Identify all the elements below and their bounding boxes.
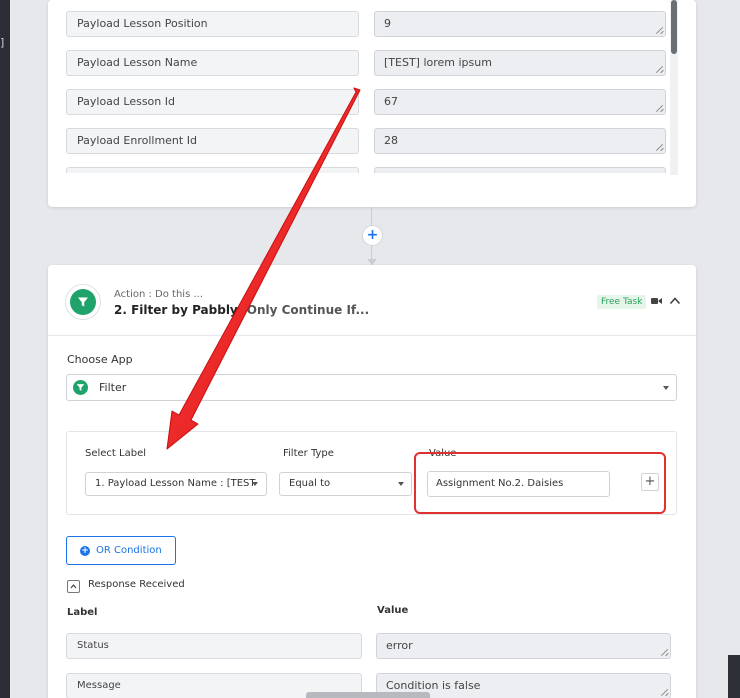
field-label: Payload Lesson Name — [66, 50, 359, 76]
scroll-thumb[interactable] — [671, 0, 677, 54]
response-label-header: Label — [67, 607, 98, 618]
left-window-strip: ] — [0, 0, 10, 698]
response-collapse-toggle[interactable] — [67, 580, 80, 593]
choose-app-select[interactable]: Filter — [66, 374, 677, 401]
response-received-title: Response Received — [88, 579, 185, 590]
field-label: Payload Lesson Id — [66, 89, 359, 115]
field-label — [66, 167, 359, 173]
add-step-button[interactable]: + — [362, 225, 383, 246]
field-label: Payload Lesson Position — [66, 11, 359, 37]
field-value — [374, 167, 666, 173]
video-camera-icon[interactable] — [651, 297, 662, 305]
chevron-down-icon — [252, 482, 258, 486]
response-row-value[interactable]: error — [376, 633, 671, 659]
choose-app-value: Filter — [99, 381, 127, 394]
filter-app-badge — [65, 284, 101, 320]
select-label-dropdown[interactable]: 1. Payload Lesson Name : [TEST — [85, 472, 267, 496]
fields-scrollbar[interactable] — [670, 0, 678, 175]
resize-handle-icon[interactable] — [655, 143, 663, 151]
field-row-lesson-id: Payload Lesson Id 67 — [66, 89, 666, 115]
field-row-lesson-position: Payload Lesson Position 9 — [66, 11, 666, 37]
resize-handle-icon[interactable] — [655, 26, 663, 34]
field-value[interactable]: 9 — [374, 11, 666, 37]
plus-icon: + — [366, 227, 379, 243]
field-row-enrollment-id: Payload Enrollment Id 28 — [66, 128, 666, 154]
resize-handle-icon[interactable] — [655, 65, 663, 73]
right-window-strip — [728, 0, 740, 698]
field-label: Payload Enrollment Id — [66, 128, 359, 154]
card-divider — [48, 335, 696, 336]
chevron-up-icon — [70, 584, 77, 589]
filter-type-heading: Filter Type — [283, 448, 334, 459]
resize-handle-icon[interactable] — [655, 104, 663, 112]
field-value[interactable]: 67 — [374, 89, 666, 115]
response-value-header: Value — [377, 605, 409, 616]
plus-circle-icon: + — [80, 546, 90, 556]
bottom-scroll-indicator — [306, 692, 430, 698]
free-task-badge: Free Task — [597, 295, 647, 309]
response-row-label: Status — [66, 633, 362, 659]
field-row-partial — [66, 167, 666, 173]
action-title[interactable]: 2. Filter by Pabbly: Only Continue If... — [114, 303, 369, 317]
chevron-up-icon[interactable] — [669, 296, 681, 305]
action-subtitle: Action : Do this ... — [114, 289, 204, 300]
annotation-highlight-box — [414, 452, 666, 514]
resize-handle-icon[interactable] — [660, 688, 668, 696]
filter-funnel-icon — [73, 380, 88, 395]
field-row-lesson-name: Payload Lesson Name [TEST] lorem ipsum — [66, 50, 666, 76]
select-label-heading: Select Label — [85, 448, 147, 459]
filter-type-dropdown[interactable]: Equal to — [279, 472, 412, 496]
resize-handle-icon[interactable] — [660, 648, 668, 656]
choose-app-label: Choose App — [67, 353, 133, 366]
field-value[interactable]: [TEST] lorem ipsum — [374, 50, 666, 76]
filter-funnel-icon — [78, 297, 88, 307]
chevron-down-icon — [398, 482, 404, 486]
chevron-down-icon — [663, 386, 669, 390]
or-condition-label: OR Condition — [96, 545, 162, 556]
or-condition-button[interactable]: + OR Condition — [66, 536, 176, 565]
field-value[interactable]: 28 — [374, 128, 666, 154]
